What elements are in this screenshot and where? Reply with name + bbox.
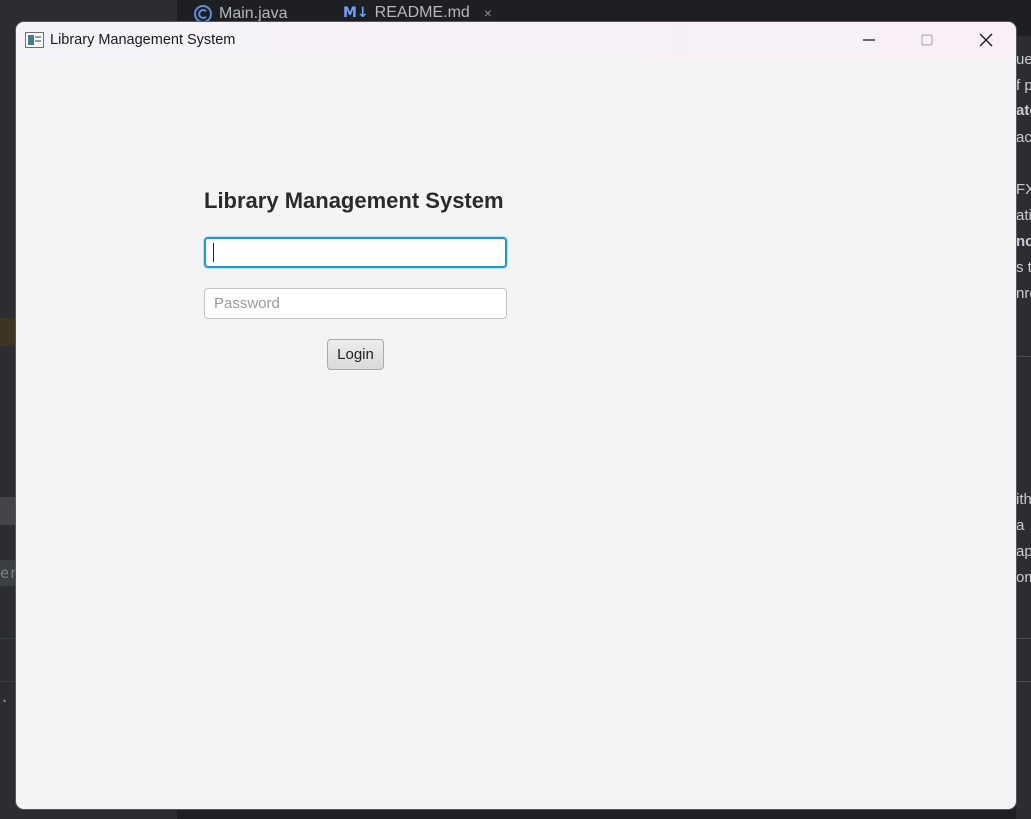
javafx-app-icon xyxy=(25,32,44,48)
tab-main-java[interactable]: Main.java xyxy=(193,4,287,24)
ide-fragment-text: a xyxy=(1016,517,1025,534)
ide-editor-text: ue f p ato ac FX ati nc s t nro ith a ap… xyxy=(1016,36,1031,819)
java-class-icon xyxy=(193,4,213,24)
ide-fragment-text: nc xyxy=(1016,233,1031,250)
ide-fragment-text: s t xyxy=(1016,259,1031,276)
text-caret xyxy=(213,243,214,262)
minimize-icon xyxy=(863,39,875,41)
page-title: Library Management System xyxy=(204,188,504,213)
app-window: Library Management System Library Manage… xyxy=(16,22,1016,809)
maximize-icon xyxy=(921,34,933,46)
ide-divider xyxy=(1016,638,1031,639)
login-button[interactable]: Login xyxy=(327,339,384,370)
ide-fragment-text: ac xyxy=(1016,129,1031,146)
window-titlebar[interactable]: Library Management System xyxy=(16,22,1016,60)
password-input[interactable] xyxy=(204,288,507,319)
ide-fragment-text: ith xyxy=(1016,491,1031,508)
ide-panel-divider xyxy=(0,681,16,682)
ide-fragment-text: FX xyxy=(1016,181,1031,198)
close-icon xyxy=(979,33,993,47)
markdown-icon: M↓ xyxy=(343,5,369,21)
username-input[interactable] xyxy=(204,237,507,268)
ide-fragment-text: om xyxy=(1016,569,1031,586)
ide-panel-divider xyxy=(0,638,16,639)
close-icon[interactable]: × xyxy=(484,5,492,21)
tab-label: Main.java xyxy=(219,5,288,22)
tab-readme-md[interactable]: M↓ README.md × xyxy=(343,4,492,22)
ide-divider xyxy=(1016,681,1031,682)
ide-fragment-text: ue xyxy=(1016,51,1031,68)
ide-fragment-text: ap xyxy=(1016,543,1031,560)
ide-fragment-text: f p xyxy=(1016,77,1031,94)
maximize-button[interactable] xyxy=(898,22,956,58)
close-button[interactable] xyxy=(957,22,1015,58)
ide-selected-row xyxy=(0,318,16,346)
ide-fragment-text: ati xyxy=(1016,207,1031,224)
ide-divider xyxy=(1016,356,1031,357)
ide-panel-row xyxy=(0,497,16,525)
tab-label: README.md xyxy=(374,4,470,21)
window-title: Library Management System xyxy=(50,32,236,48)
ide-fragment-text: nro xyxy=(1016,285,1031,302)
minimize-button[interactable] xyxy=(840,22,898,58)
ide-fragment-text: ato xyxy=(1016,102,1031,119)
